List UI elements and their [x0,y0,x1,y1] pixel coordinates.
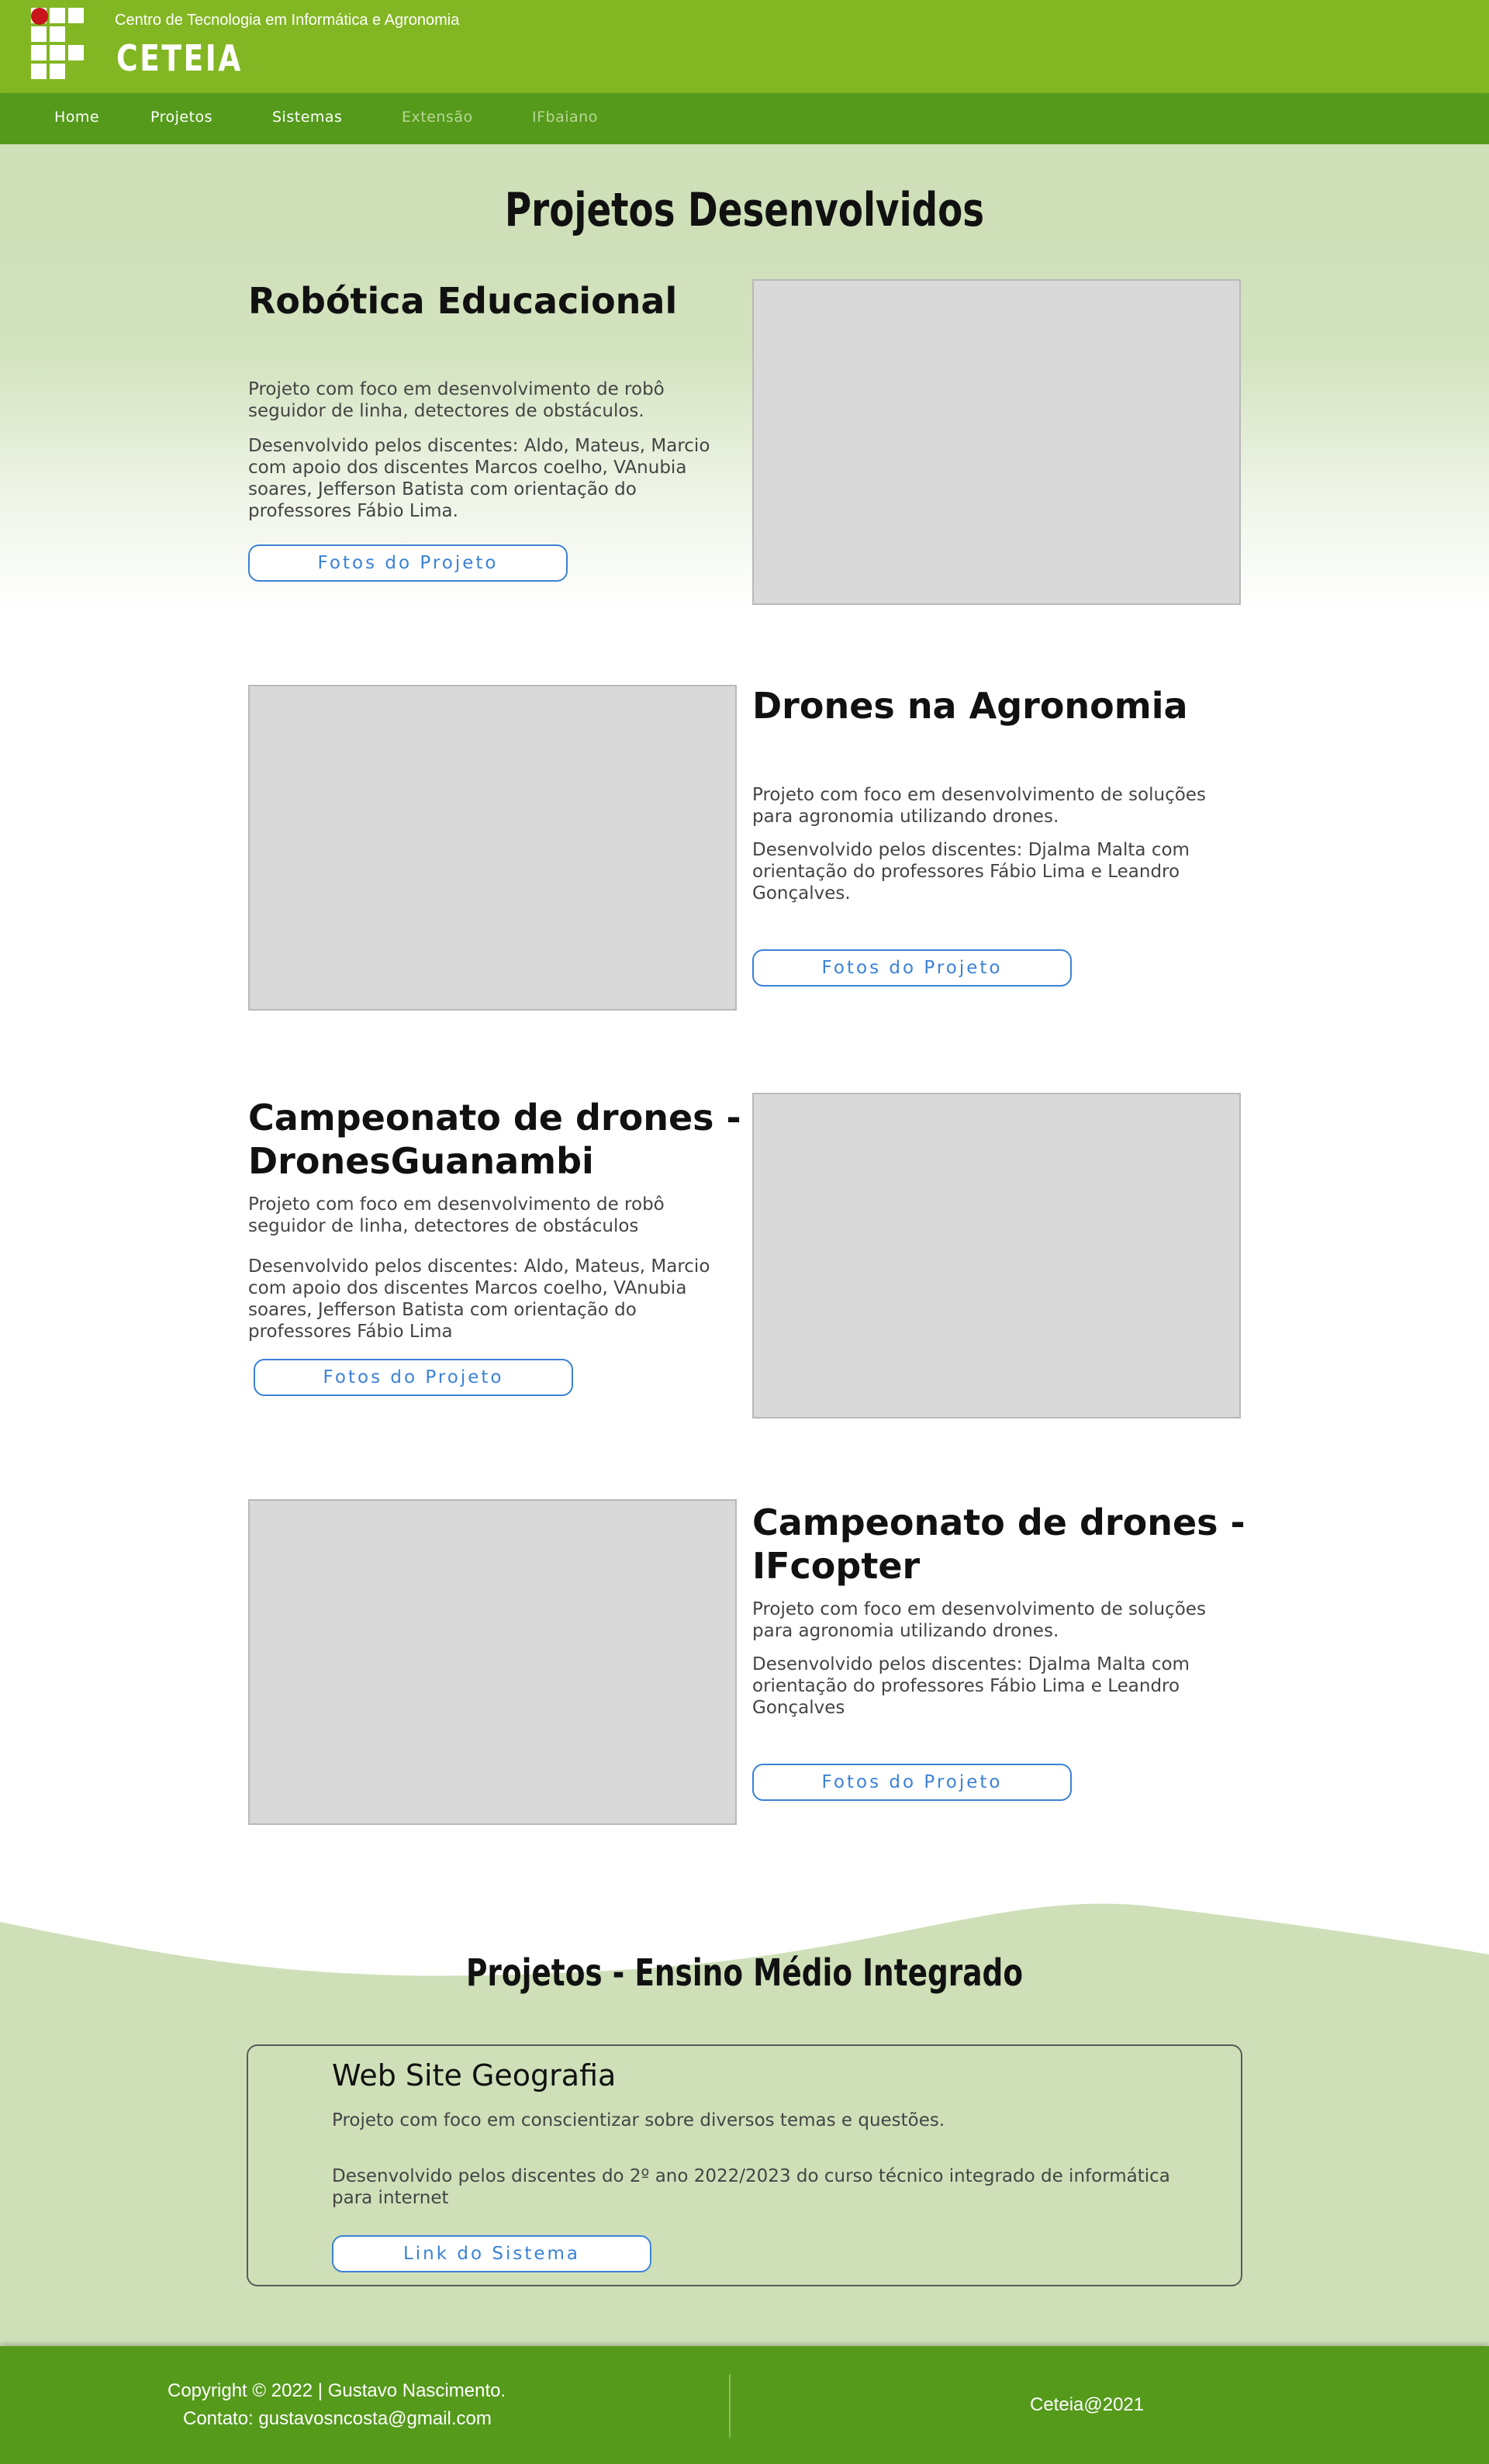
if-baiano-logo-icon[interactable] [31,8,87,79]
site-subtitle: Centro de Tecnologia em Informática e Ag… [115,12,460,29]
project-title: Robótica Educacional [248,280,678,322]
nav-projetos[interactable]: Projetos [150,109,212,126]
footer-divider [729,2374,731,2438]
logo-red-dot [31,8,48,25]
footer-copyright: Copyright © 2022 | Gustavo Nascimento. [168,2380,506,2401]
project-photos-button[interactable]: Fotos do Projeto [752,1764,1072,1801]
top-header: Centro de Tecnologia em Informática e Ag… [0,0,1489,93]
project-team: Desenvolvido pelos discentes: Aldo, Mate… [248,436,710,521]
footer-tag: Ceteia@2021 [1030,2394,1145,2415]
project-title: Drones na Agronomia [752,685,1188,727]
project-title: Campeonato de drones - IFcopter [752,1502,1245,1587]
site-brand[interactable]: CETEIA [116,37,243,79]
project-photo [248,1499,737,1825]
page-footer: Copyright © 2022 | Gustavo Nascimento. C… [0,2346,1489,2464]
project-description: Projeto com foco em desenvolvimento de s… [752,1599,1206,1641]
card-title: Web Site Geografia [332,2058,617,2092]
project-team: Desenvolvido pelos discentes: Djalma Mal… [752,840,1190,904]
project-team: Desenvolvido pelos discentes: Aldo, Mate… [248,1256,710,1342]
project-description: Projeto com foco em desenvolvimento de r… [248,379,665,421]
card-description: Projeto com foco em conscientizar sobre … [332,2110,945,2131]
nav-extensao[interactable]: Extensão [402,109,473,126]
project-card-web-site-geografia: Web Site Geografia Projeto com foco em c… [247,2044,1242,2286]
project-team: Desenvolvido pelos discentes: Djalma Mal… [752,1654,1190,1718]
main-navigation: Home Projetos Sistemas Extensão IFbaiano [0,93,1489,144]
project-photo [248,685,737,1011]
system-link-button[interactable]: Link do Sistema [332,2235,651,2272]
page-title: Projetos Desenvolvidos [504,183,985,237]
project-title: Campeonato de drones - DronesGuanambi [248,1097,741,1182]
card-team: Desenvolvido pelos discentes do 2º ano 2… [332,2166,1170,2208]
project-photo [752,279,1241,605]
project-description: Projeto com foco em desenvolvimento de s… [752,785,1206,827]
nav-home[interactable]: Home [54,109,99,126]
project-description: Projeto com foco em desenvolvimento de r… [248,1194,665,1236]
nav-ifbaiano[interactable]: IFbaiano [532,109,598,126]
nav-sistemas[interactable]: Sistemas [272,109,342,126]
project-photos-button[interactable]: Fotos do Projeto [254,1359,573,1396]
footer-contact[interactable]: Contato: gustavosncosta@gmail.com [183,2408,492,2430]
project-photo [752,1093,1241,1419]
project-photos-button[interactable]: Fotos do Projeto [248,544,568,582]
project-photos-button[interactable]: Fotos do Projeto [752,949,1072,987]
section-title: Projetos - Ensino Médio Integrado [465,1951,1024,1995]
